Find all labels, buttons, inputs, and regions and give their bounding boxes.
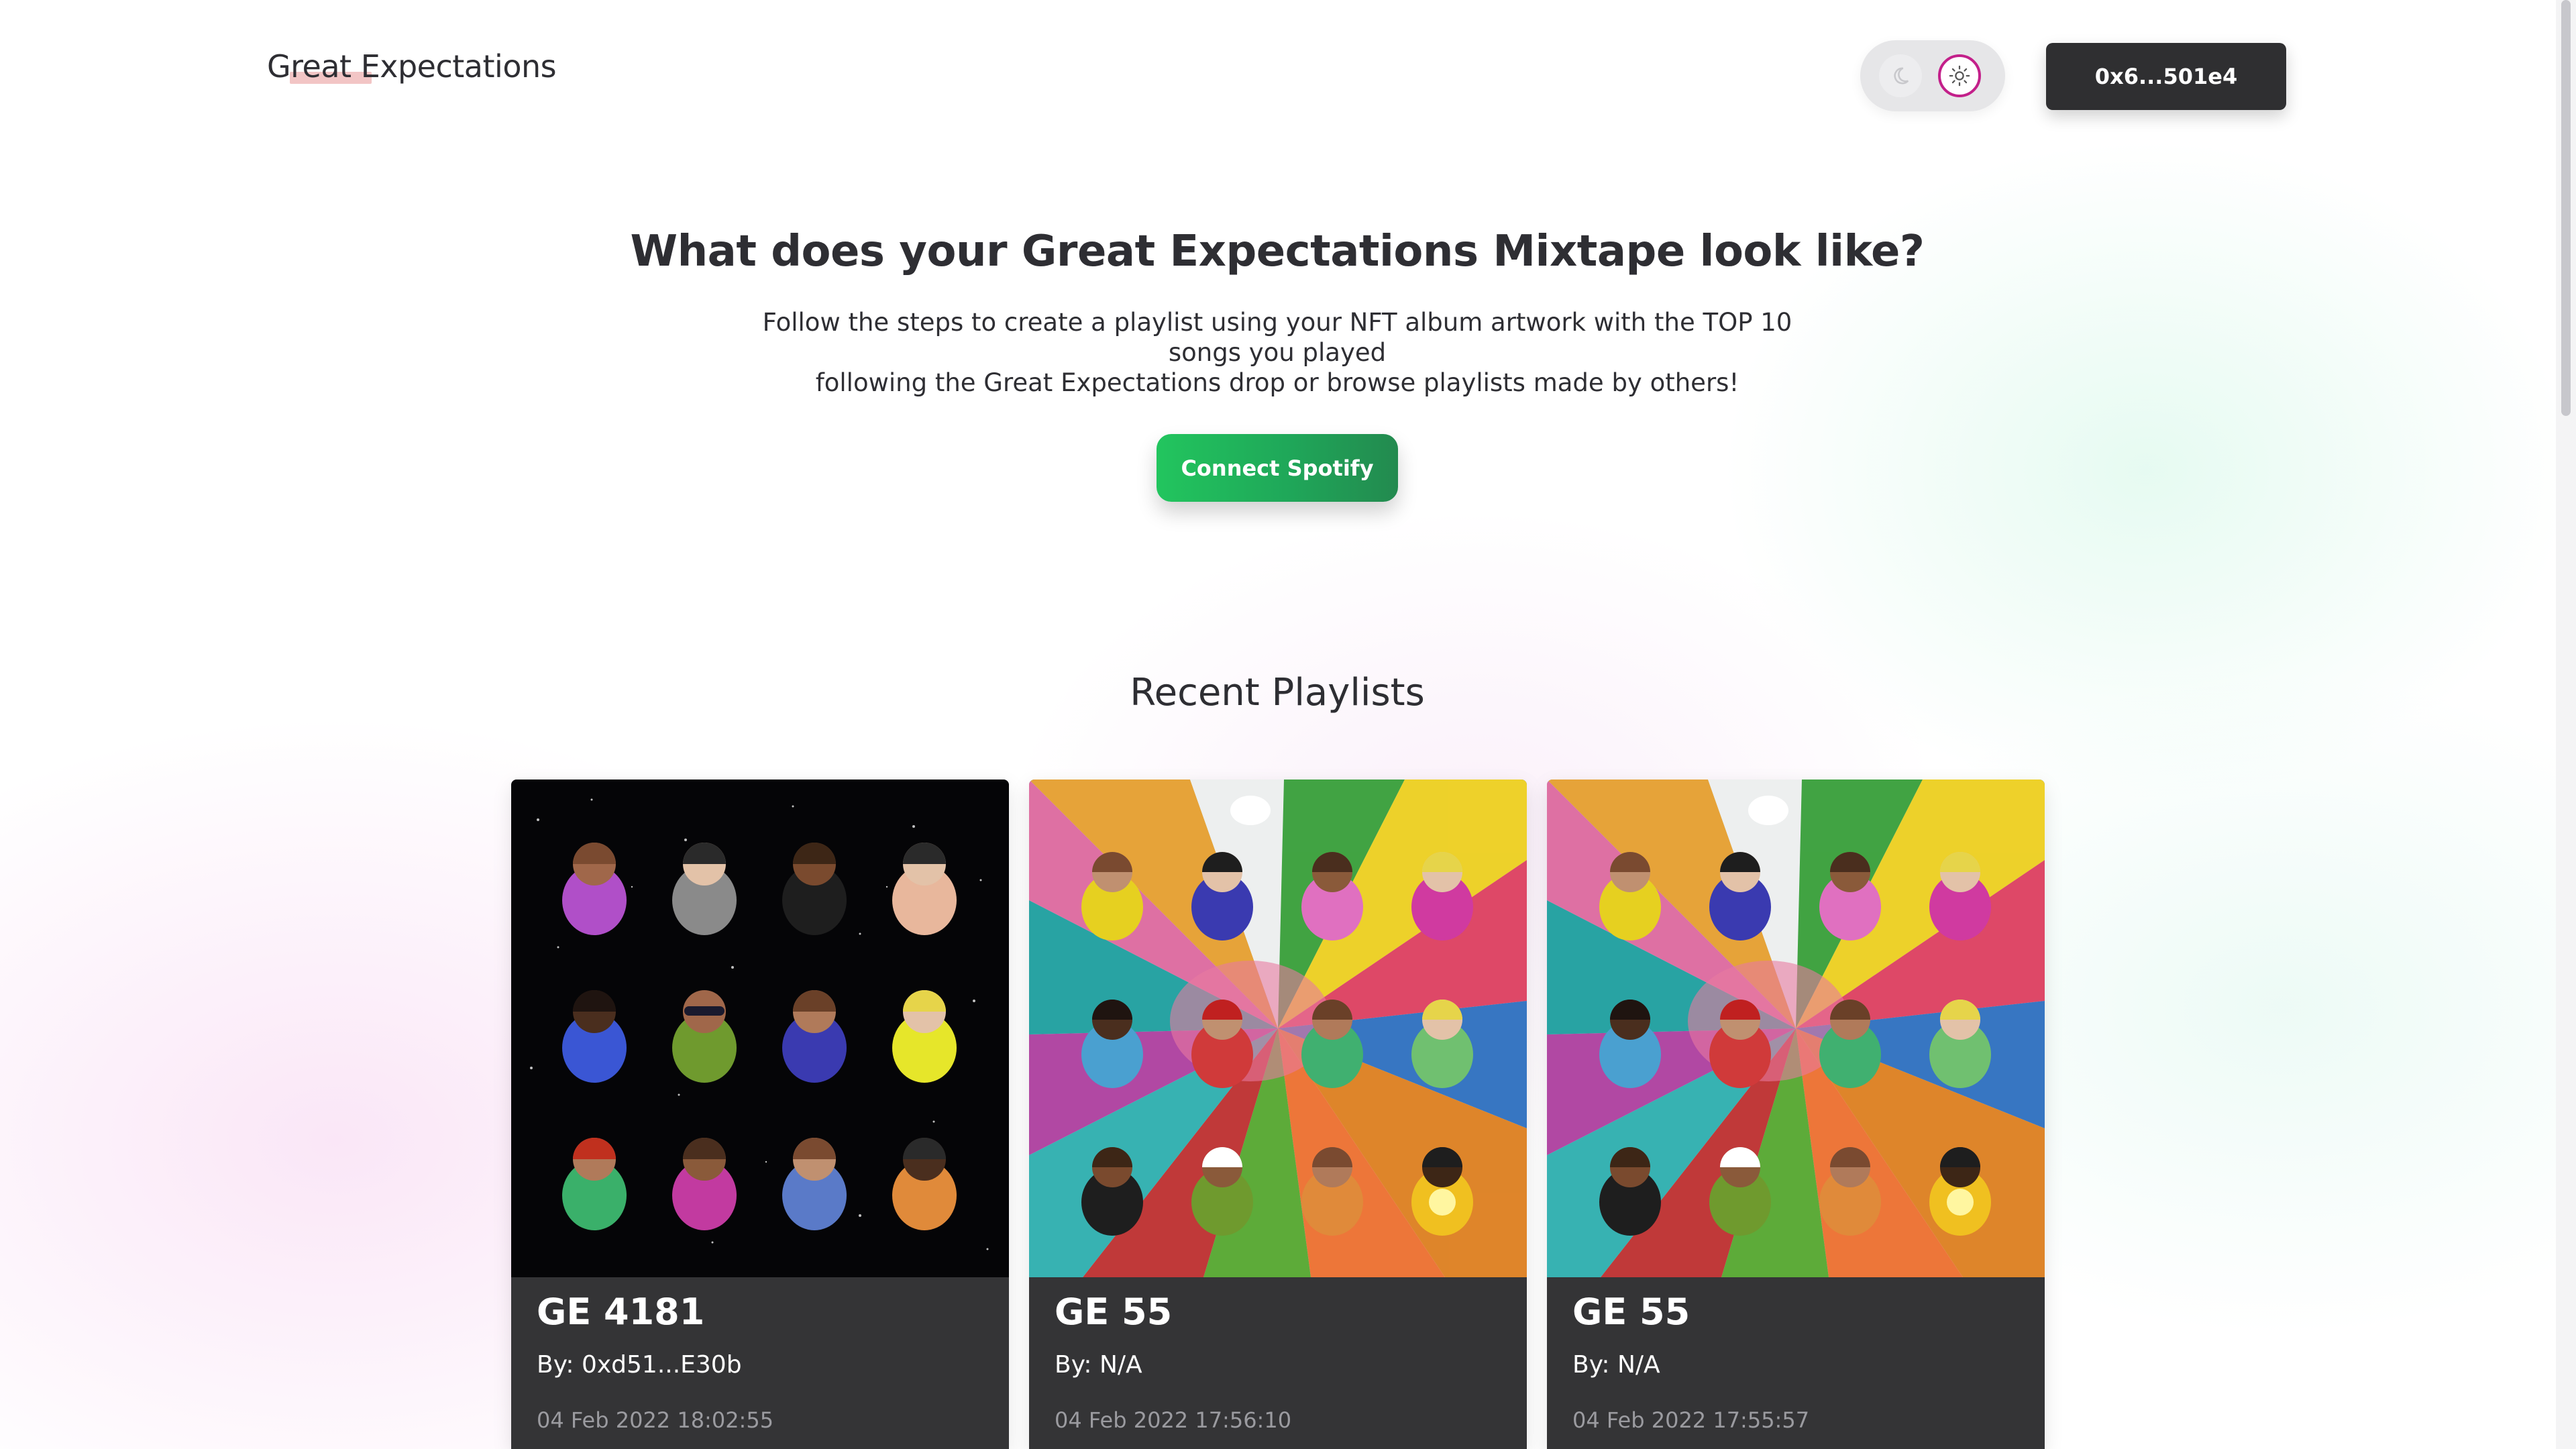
subtitle-line-2: following the Great Expectations drop or… [815,368,1739,397]
card-title: GE 4181 [537,1291,705,1333]
connect-spotify-button[interactable]: Connect Spotify [1157,434,1398,502]
playlist-card[interactable]: GE 4181 By: 0xd51...E30b 04 Feb 2022 18:… [511,780,1009,1449]
card-date: 04 Feb 2022 18:02:55 [537,1407,774,1433]
sun-icon[interactable] [1938,54,1981,97]
recent-playlists-heading: Recent Playlists [1130,671,1425,714]
playlist-card[interactable]: GE 55 By: N/A 04 Feb 2022 17:56:10 [1029,780,1527,1449]
album-artwork[interactable] [1029,780,1527,1277]
card-date: 04 Feb 2022 17:55:57 [1572,1407,1810,1433]
page-scrollbar[interactable] [2556,0,2576,1449]
wallet-address-button[interactable]: 0x6...501e4 [2046,43,2286,110]
album-artwork[interactable] [1547,780,2045,1277]
playlist-card[interactable]: GE 55 By: N/A 04 Feb 2022 17:55:57 [1547,780,2045,1449]
scrollbar-thumb[interactable] [2561,0,2571,416]
page-subtitle: Follow the steps to create a playlist us… [724,307,1830,398]
card-title: GE 55 [1055,1291,1173,1333]
card-author: By: 0xd51...E30b [537,1351,742,1379]
card-date: 04 Feb 2022 17:56:10 [1055,1407,1292,1433]
page-title: What does your Great Expectations Mixtap… [630,227,1925,276]
theme-toggle[interactable] [1860,40,2005,111]
card-author: By: N/A [1055,1351,1142,1379]
card-title: GE 55 [1572,1291,1690,1333]
moon-icon[interactable] [1879,54,1922,97]
site-logo[interactable]: Great Expectations [267,48,557,85]
album-artwork[interactable] [511,780,1009,1277]
subtitle-line-1: Follow the steps to create a playlist us… [762,308,1792,367]
card-author: By: N/A [1572,1351,1660,1379]
